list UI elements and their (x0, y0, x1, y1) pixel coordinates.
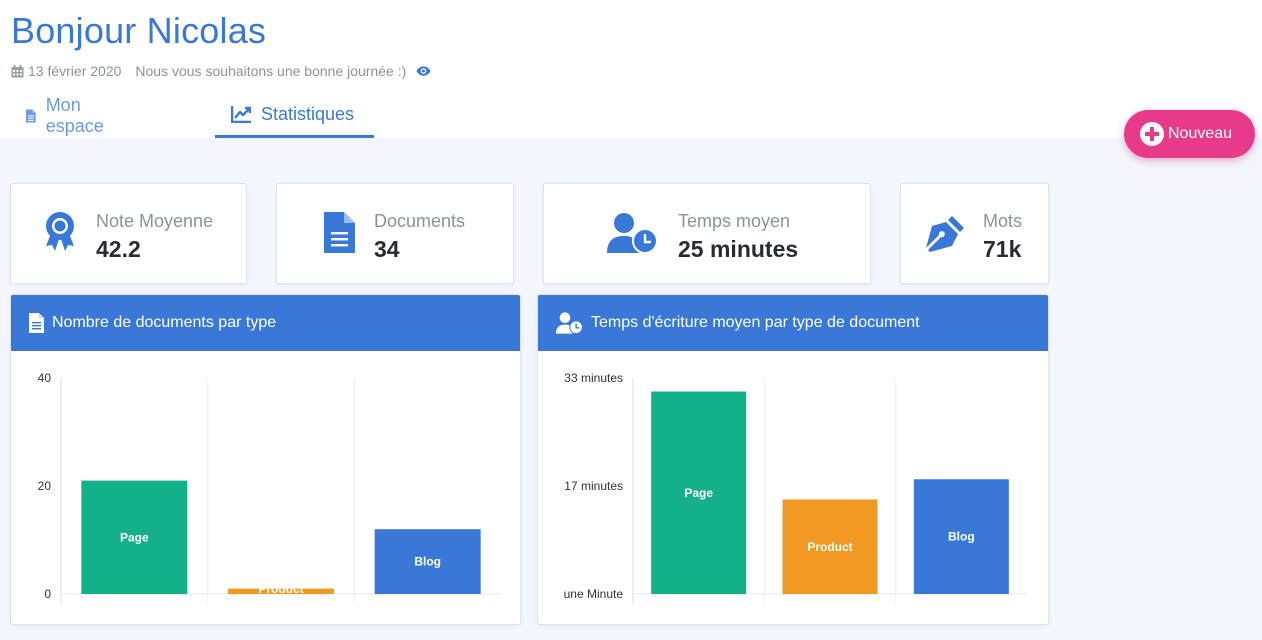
y-tick-label: 17 minutes (564, 479, 623, 493)
file-icon (29, 313, 44, 333)
pen-nib-icon (926, 216, 964, 252)
stat-label: Documents (374, 211, 466, 231)
panel-header: Temps d'écriture moyen par type de docum… (538, 295, 1048, 351)
stat-value: 71k (983, 236, 1022, 262)
stat-card-mots: Mots 71k (900, 183, 1049, 284)
stat-value: 34 (374, 236, 400, 262)
panel-header: Nombre de documents par type (11, 295, 520, 351)
stat-card-temps-moyen: Temps moyen 25 minutes (543, 183, 871, 284)
eye-icon[interactable] (416, 65, 431, 77)
stat-label: Note Moyenne (96, 211, 214, 231)
bar-label: Product (807, 540, 852, 554)
new-button[interactable]: Nouveau (1124, 110, 1255, 158)
y-tick-label: 0 (44, 587, 51, 601)
stat-label: Mots (983, 211, 1023, 231)
stat-card-documents: Documents 34 (276, 183, 514, 284)
stat-value: 42.2 (96, 236, 141, 262)
documents-bar-chart: 0 20 40 Page Product Blog (38, 371, 501, 604)
file-icon (324, 212, 355, 253)
tab-label: Statistiques (261, 103, 355, 124)
panel-title: Temps d'écriture moyen par type de docum… (591, 314, 920, 331)
award-icon (46, 212, 74, 251)
y-tick-label: 40 (38, 371, 52, 385)
stat-value: 25 minutes (678, 236, 799, 262)
panel-temps-ecriture: Temps d'écriture moyen par type de docum… (537, 294, 1049, 625)
tab-label: Mon espace (45, 94, 104, 136)
welcome-message: Nous vous souhaitons une bonne journée :… (135, 63, 407, 79)
stat-card-note-moyenne: Note Moyenne 42.2 (10, 183, 247, 284)
bar-label: Blog (948, 530, 975, 544)
calendar-icon (11, 64, 24, 77)
panel-title: Nombre de documents par type (52, 314, 277, 331)
bar-label: Page (120, 530, 149, 544)
chart-line-icon (231, 105, 251, 123)
new-button-label: Nouveau (1168, 125, 1233, 142)
tab-mon-espace[interactable]: Mon espace (26, 93, 109, 138)
user-clock-icon (607, 213, 658, 253)
plus-icon (1140, 122, 1164, 146)
document-icon (26, 109, 36, 122)
bar-label: Product (258, 582, 303, 596)
writing-time-bar-chart: une Minute 17 minutes 33 minutes Page Produc… (564, 371, 1027, 604)
current-date: 13 février 2020 (28, 63, 122, 79)
tab-statistiques[interactable]: Statistiques (215, 93, 374, 138)
y-tick-label: 33 minutes (564, 371, 623, 385)
bar-label: Blog (414, 555, 441, 569)
user-clock-icon (556, 312, 583, 334)
page-title: Bonjour Nicolas (11, 10, 267, 51)
y-tick-label: 20 (38, 479, 52, 493)
panel-documents-par-type: Nombre de documents par type 0 20 40 Page Pr… (10, 294, 521, 625)
bar-label: Page (684, 486, 713, 500)
stat-label: Temps moyen (678, 211, 791, 231)
y-tick-label: une Minute (564, 587, 624, 601)
subheader: 13 février 2020 Nous vous souhaitons une… (11, 63, 431, 79)
